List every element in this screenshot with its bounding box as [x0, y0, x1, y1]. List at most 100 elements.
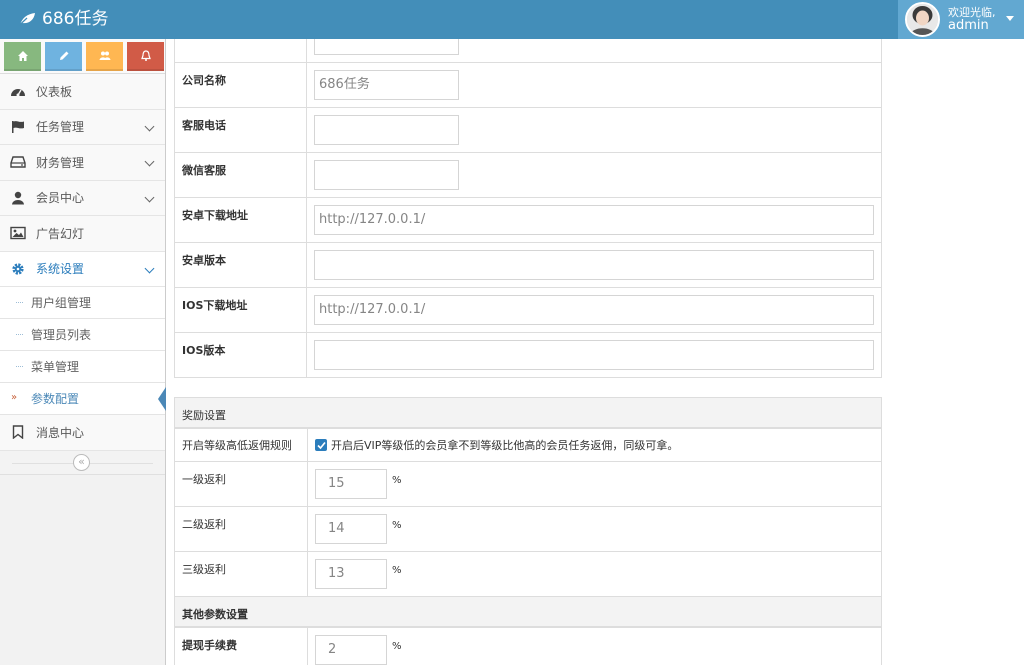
percent-unit: % — [392, 475, 402, 486]
users-icon — [99, 51, 110, 60]
shortcut-alerts-button[interactable] — [127, 42, 164, 71]
form-label: 公司名称 — [174, 62, 307, 108]
form-label: 安卓版本 — [174, 242, 307, 288]
sidebar-item-dashboard[interactable]: 仪表板 — [0, 74, 165, 110]
form-label: 微信客服 — [174, 152, 307, 198]
top-navbar: 686任务 欢迎光临, admin — [0, 0, 1024, 39]
form-row: 提现手续费 2% — [174, 627, 882, 665]
form-field-cell — [306, 332, 882, 378]
rebate-rule-checkbox[interactable] — [315, 439, 327, 451]
form-field-cell: 686任务 — [306, 62, 882, 108]
bell-icon — [140, 49, 151, 61]
form-field-cell — [306, 152, 882, 198]
sidebar-item-members[interactable]: 会员中心 — [0, 180, 165, 216]
sidebar-subitem-menu-management[interactable]: 菜单管理 — [0, 351, 165, 383]
avatar — [905, 2, 940, 37]
other-settings-table: 提现手续费 2% — [174, 627, 882, 665]
user-menu[interactable]: 欢迎光临, admin — [898, 0, 1024, 39]
form-label — [174, 39, 307, 63]
dashboard-icon — [9, 83, 27, 99]
username: admin — [948, 18, 989, 33]
shortcut-bar — [0, 39, 165, 74]
sidebar-subitem-admin-list[interactable]: 管理员列表 — [0, 319, 165, 351]
brand-logo[interactable]: 686任务 — [18, 8, 108, 30]
user-icon — [9, 190, 27, 206]
sidebar-item-finance[interactable]: 财务管理 — [0, 145, 165, 181]
sidebar-subitem-user-groups[interactable]: 用户组管理 — [0, 287, 165, 319]
sidebar-item-label: 财务管理 — [36, 155, 85, 170]
rebate-rule-checkbox-label: 开启后VIP等级低的会员拿不到等级比他高的会员任务返佣，同级可拿。 — [331, 439, 679, 452]
form-field-cell: 14% — [307, 506, 882, 552]
double-angle-right-icon: » — [11, 392, 18, 403]
form-field-cell: 开启后VIP等级低的会员拿不到等级比他高的会员任务返佣，同级可拿。 — [307, 428, 882, 462]
level2-rebate-input[interactable]: 14 — [315, 514, 387, 544]
sidebar-collapse-button[interactable]: « — [73, 453, 90, 471]
form-field-cell: 13% — [307, 551, 882, 597]
form-label: 二级返利 — [174, 506, 308, 552]
chevron-down-icon — [144, 263, 155, 273]
form-label: 客服电话 — [174, 107, 307, 153]
shortcut-users-button[interactable] — [86, 42, 123, 71]
other-section-header: 其他参数设置 — [174, 596, 882, 627]
form-field-cell: http://127.0.0.1/ — [306, 197, 882, 243]
form-field-cell: 2% — [307, 627, 882, 665]
sidebar-item-label: 广告幻灯 — [36, 226, 85, 241]
ios-version-input[interactable] — [314, 340, 874, 370]
chevron-down-icon — [144, 156, 155, 167]
sidebar-item-ads[interactable]: 广告幻灯 — [0, 216, 165, 252]
withdraw-fee-input[interactable]: 2 — [315, 635, 387, 665]
sidebar-item-label: 消息中心 — [36, 425, 85, 440]
form-label: IOS下载地址 — [174, 287, 307, 333]
caret-down-icon — [1006, 16, 1014, 21]
sidebar-item-label: 会员中心 — [36, 191, 85, 206]
android-download-url-input[interactable]: http://127.0.0.1/ — [314, 205, 874, 235]
partial-input[interactable] — [314, 39, 459, 55]
form-row: 安卓下载地址 http://127.0.0.1/ — [174, 197, 882, 243]
form-row: 二级返利 14% — [174, 506, 882, 552]
form-row: 开启等级高低返佣规则 开启后VIP等级低的会员拿不到等级比他高的会员任务返佣，同… — [174, 428, 882, 462]
sidebar-item-label: 任务管理 — [36, 120, 85, 135]
sidebar-item-tasks[interactable]: 任务管理 — [0, 109, 165, 145]
form-field-cell — [306, 39, 882, 63]
level3-rebate-input[interactable]: 13 — [315, 559, 387, 589]
sidebar-item-label: 仪表板 — [36, 84, 73, 99]
form-row: 微信客服 — [174, 152, 882, 198]
form-row: 客服电话 — [174, 107, 882, 153]
system-settings-submenu: 用户组管理 管理员列表 菜单管理 » 参数配置 — [0, 287, 166, 415]
basic-settings-table: 公司名称 686任务 客服电话 微信客服 安卓下载地址 http://127.0… — [174, 39, 882, 378]
brand-name: 686任务 — [42, 9, 109, 29]
hdd-icon — [9, 154, 27, 170]
chevron-down-icon — [144, 121, 155, 131]
wechat-service-input[interactable] — [314, 160, 459, 190]
sidebar-subitem-parameter-config[interactable]: » 参数配置 — [0, 383, 166, 415]
form-row: 公司名称 686任务 — [174, 62, 882, 108]
sidebar-subitem-label: 菜单管理 — [31, 360, 80, 374]
service-phone-input[interactable] — [314, 115, 459, 145]
level1-rebate-input[interactable]: 15 — [315, 469, 387, 499]
form-field-cell — [306, 107, 882, 153]
sidebar-item-label: 系统设置 — [36, 262, 85, 277]
sidebar-subitem-label: 用户组管理 — [31, 296, 92, 310]
form-field-cell: http://127.0.0.1/ — [306, 287, 882, 333]
ios-download-url-input[interactable]: http://127.0.0.1/ — [314, 295, 874, 325]
form-row: 三级返利 13% — [174, 551, 882, 597]
shortcut-edit-button[interactable] — [45, 42, 82, 71]
sidebar-item-messages[interactable]: 消息中心 — [0, 415, 165, 451]
sidebar-collapse-bar: « — [0, 450, 165, 475]
sidebar: 仪表板 任务管理 财务管理 会员中心 广告幻灯 系统设置 用户组管理 管理员列表… — [0, 39, 166, 665]
sidebar-item-system-settings[interactable]: 系统设置 — [0, 251, 165, 287]
percent-unit: % — [392, 641, 402, 652]
pencil-icon — [59, 51, 68, 60]
company-name-input[interactable]: 686任务 — [314, 70, 459, 100]
form-row: 一级返利 15% — [174, 461, 882, 507]
leaf-icon — [18, 13, 35, 26]
form-field-cell — [306, 242, 882, 288]
form-row-partial — [174, 39, 882, 63]
form-label: 三级返利 — [174, 551, 308, 597]
shortcut-home-button[interactable] — [4, 42, 41, 71]
form-label: 安卓下载地址 — [174, 197, 307, 243]
form-label: 一级返利 — [174, 461, 308, 507]
chevron-down-icon — [144, 192, 155, 202]
android-version-input[interactable] — [314, 250, 874, 280]
rebate-rule-checkbox-row: 开启后VIP等级低的会员拿不到等级比他高的会员任务返佣，同级可拿。 — [315, 429, 874, 453]
